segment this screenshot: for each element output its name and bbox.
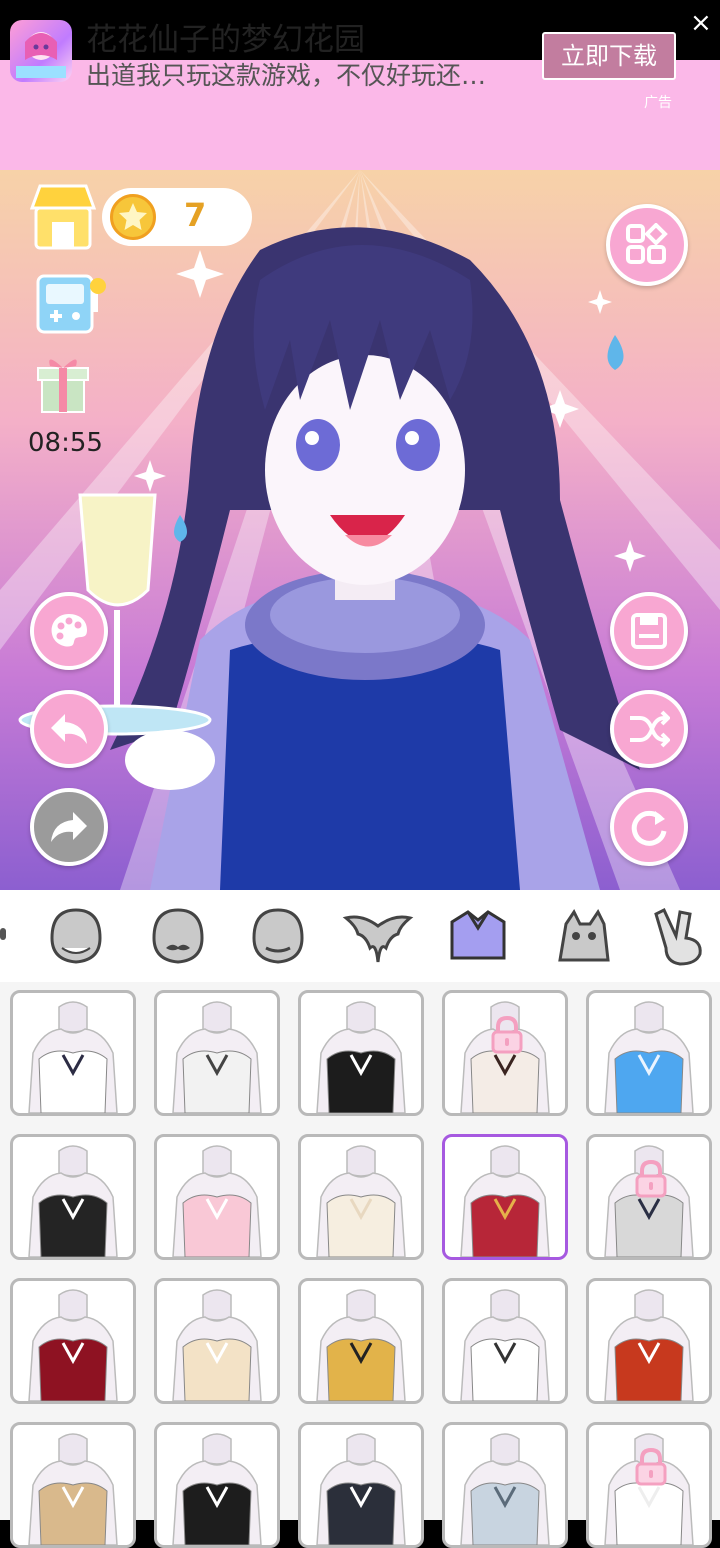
outfit-item-tan-vest[interactable] — [10, 1422, 136, 1548]
outfit-item-white-jacket-paw[interactable] — [10, 990, 136, 1116]
tab-face[interactable] — [44, 904, 108, 968]
shuffle-icon — [630, 710, 670, 748]
coin-value: 7 — [184, 196, 207, 234]
menu-grid-button[interactable] — [606, 204, 688, 286]
tab-pose[interactable] — [650, 904, 714, 968]
ad-title[interactable]: 花花仙子的梦幻花园 — [86, 14, 365, 59]
pet-icon — [558, 909, 610, 962]
tab-wings[interactable] — [342, 904, 414, 968]
undo-button[interactable] — [30, 690, 108, 768]
shuffle-button[interactable] — [610, 690, 688, 768]
save-button[interactable] — [610, 592, 688, 670]
wings-icon — [342, 915, 414, 963]
lock-icon — [633, 1447, 669, 1487]
redo-button[interactable] — [30, 788, 108, 866]
outfit-item-red-tank[interactable] — [442, 1134, 568, 1260]
tab-mustache[interactable] — [146, 904, 210, 968]
tab-top[interactable] — [446, 904, 510, 968]
face-blank-icon — [50, 908, 102, 964]
ad-download-button[interactable]: 立即下载 — [542, 32, 676, 80]
outfit-item-pink-vneck[interactable] — [154, 1134, 280, 1260]
undo-arrow-icon — [51, 714, 87, 744]
reset-button[interactable] — [610, 788, 688, 866]
grid-icon — [626, 223, 668, 264]
palette-icon — [51, 614, 87, 647]
shirt-icon — [450, 910, 506, 960]
outfit-item-black-tux[interactable] — [154, 1422, 280, 1548]
coin-icon — [110, 194, 156, 240]
game-machine-icon[interactable] — [36, 272, 110, 334]
ad-subtitle[interactable]: 出道我只玩这款游戏，不仅好玩还… — [86, 56, 526, 92]
outfit-item-black-vest-kimono[interactable] — [442, 990, 568, 1116]
ad-label: 广告 — [644, 95, 672, 111]
lock-icon — [489, 1015, 525, 1055]
gift-icon[interactable] — [36, 352, 90, 414]
outfit-item-black-cat-tee[interactable] — [298, 990, 424, 1116]
outfit-item-black-button-top[interactable] — [10, 1134, 136, 1260]
outfit-item-cream-drape[interactable] — [298, 1134, 424, 1260]
outfit-item-pendant-necklace[interactable] — [442, 1278, 568, 1404]
tab-head[interactable] — [246, 904, 310, 968]
refresh-icon — [631, 810, 667, 846]
face-bald-icon — [252, 908, 304, 964]
outfit-item-blue-offshoulder[interactable] — [586, 990, 712, 1116]
gift-timer: 08:55 — [28, 428, 103, 458]
outfit-item-red-halter[interactable] — [586, 1278, 712, 1404]
ad-thumbnail[interactable] — [10, 20, 72, 82]
outfit-item-white-strap-top[interactable] — [154, 990, 280, 1116]
ad-close-icon[interactable]: × — [690, 8, 712, 38]
outfit-item-fur-top[interactable] — [154, 1278, 280, 1404]
tabs-scroll-indicator — [0, 928, 6, 940]
face-mustache-icon — [152, 908, 204, 964]
outfit-item-grey-cutout[interactable] — [586, 1134, 712, 1260]
shop-icon[interactable] — [29, 182, 97, 250]
tab-pet[interactable] — [550, 904, 614, 968]
peace-hand-icon — [654, 907, 702, 966]
outfit-item-gold-collar[interactable] — [298, 1278, 424, 1404]
outfit-item-red-scarf[interactable] — [10, 1278, 136, 1404]
save-icon — [631, 613, 667, 649]
redo-arrow-icon — [51, 812, 87, 842]
outfit-item-black-vneck[interactable] — [298, 1422, 424, 1548]
palette-button[interactable] — [30, 592, 108, 670]
outfit-item-grey-hoodie[interactable] — [442, 1422, 568, 1548]
outfit-item-white-locked[interactable] — [586, 1422, 712, 1548]
lock-icon — [633, 1159, 669, 1199]
